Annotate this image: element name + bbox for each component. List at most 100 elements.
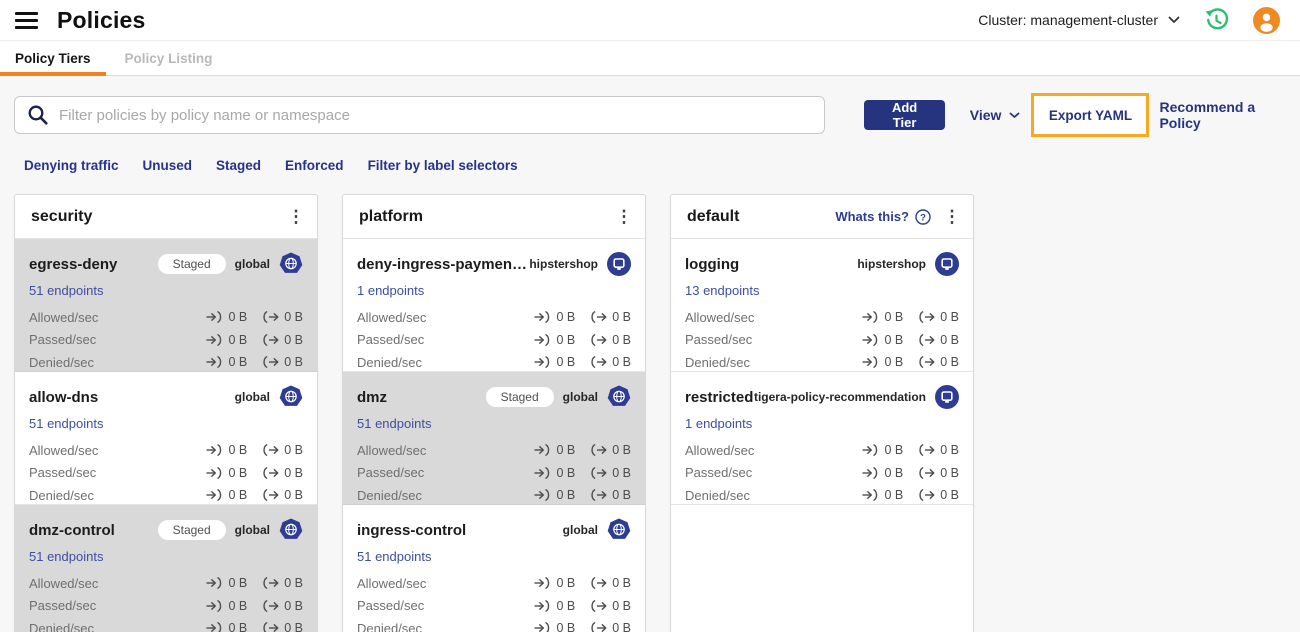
metric-label: Passed/sec bbox=[357, 332, 425, 348]
policy-name: dmz bbox=[357, 388, 387, 406]
egress-arrow-icon bbox=[262, 356, 279, 369]
filter-enforced[interactable]: Enforced bbox=[285, 158, 344, 173]
filter-denying-traffic[interactable]: Denying traffic bbox=[24, 158, 119, 173]
cluster-selector[interactable]: Cluster: management-cluster bbox=[978, 12, 1180, 28]
filter-unused[interactable]: Unused bbox=[143, 158, 193, 173]
egress-value: 0 B bbox=[612, 332, 631, 347]
metric-row: Denied/sec 0 B 0 B bbox=[357, 617, 631, 632]
metric-values: 0 B 0 B bbox=[206, 310, 303, 324]
whats-this-link[interactable]: Whats this?? bbox=[835, 208, 931, 225]
ingress-arrow-icon bbox=[862, 311, 879, 324]
endpoints-link[interactable]: 51 endpoints bbox=[29, 546, 303, 567]
metric-label: Denied/sec bbox=[29, 487, 95, 503]
egress-value: 0 B bbox=[940, 332, 959, 347]
policy-namespace-label: global bbox=[562, 523, 598, 537]
tier-column-platform: platform ⋮ deny-ingress-paymentservi…hipst… bbox=[342, 194, 646, 632]
view-dropdown-label: View bbox=[969, 107, 1002, 123]
ingress-metric: 0 B bbox=[206, 333, 247, 347]
egress-arrow-icon bbox=[918, 333, 935, 346]
egress-metric: 0 B bbox=[590, 599, 631, 613]
ingress-arrow-icon bbox=[534, 577, 551, 590]
tier-menu-kebab-icon[interactable]: ⋮ bbox=[611, 204, 637, 230]
egress-arrow-icon bbox=[590, 489, 607, 502]
policy-card[interactable]: dmz-control Staged global 51 endpoints Allow… bbox=[15, 505, 317, 632]
ingress-arrow-icon bbox=[862, 333, 879, 346]
egress-value: 0 B bbox=[612, 443, 631, 458]
metric-row: Denied/sec 0 B 0 B bbox=[685, 351, 959, 374]
egress-arrow-icon bbox=[590, 466, 607, 479]
ingress-metric: 0 B bbox=[206, 576, 247, 590]
user-avatar[interactable] bbox=[1253, 6, 1280, 34]
metric-values: 0 B 0 B bbox=[862, 355, 959, 369]
global-policy-icon bbox=[607, 518, 631, 542]
policy-metrics: Allowed/sec 0 B0 B Passed/sec 0 B0 B Denied/… bbox=[685, 306, 959, 374]
policy-namespace-label: hipstershop bbox=[857, 257, 926, 271]
metric-values: 0 B 0 B bbox=[534, 466, 631, 480]
view-dropdown[interactable]: View bbox=[970, 107, 1021, 123]
egress-metric: 0 B bbox=[918, 488, 959, 502]
policy-card[interactable]: dmz Staged global 51 endpoints Allowed/sec 0 … bbox=[343, 372, 645, 505]
ingress-value: 0 B bbox=[228, 621, 248, 632]
egress-value: 0 B bbox=[612, 576, 631, 591]
metric-label: Denied/sec bbox=[29, 354, 95, 370]
add-tier-button[interactable]: Add Tier bbox=[864, 100, 945, 130]
ingress-arrow-icon bbox=[206, 622, 223, 632]
metric-values: 0 B 0 B bbox=[534, 599, 631, 613]
endpoints-link[interactable]: 51 endpoints bbox=[29, 413, 303, 434]
metric-label: Denied/sec bbox=[29, 620, 95, 632]
policy-card[interactable]: restricted tigera-policy-recommendation 1 … bbox=[671, 372, 973, 505]
metric-row: Passed/sec 0 B 0 B bbox=[29, 462, 303, 485]
egress-arrow-icon bbox=[262, 622, 279, 632]
policy-card[interactable]: egress-deny Staged global 51 endpoints Allow… bbox=[15, 239, 317, 372]
endpoints-link[interactable]: 51 endpoints bbox=[29, 280, 303, 301]
endpoints-link[interactable]: 1 endpoints bbox=[357, 280, 631, 301]
metric-values: 0 B 0 B bbox=[862, 488, 959, 502]
egress-arrow-icon bbox=[262, 311, 279, 324]
tier-menu-kebab-icon[interactable]: ⋮ bbox=[939, 204, 965, 230]
policy-card[interactable]: allow-dns global 51 endpoints Allowed/sec 0 … bbox=[15, 372, 317, 505]
ingress-metric: 0 B bbox=[862, 310, 903, 324]
ingress-metric: 0 B bbox=[206, 488, 247, 502]
policy-card-header: egress-deny Staged global bbox=[29, 251, 303, 277]
tab-bar: Policy Tiers Policy Listing bbox=[0, 40, 1300, 76]
history-icon[interactable] bbox=[1203, 7, 1230, 34]
tier-header-actions: ⋮ bbox=[283, 204, 309, 230]
metric-values: 0 B 0 B bbox=[534, 333, 631, 347]
ingress-value: 0 B bbox=[884, 443, 904, 458]
metric-row: Denied/sec 0 B 0 B bbox=[685, 484, 959, 507]
ingress-arrow-icon bbox=[862, 356, 879, 369]
metric-values: 0 B 0 B bbox=[206, 333, 303, 347]
metric-row: Allowed/sec 0 B 0 B bbox=[357, 439, 631, 462]
metric-values: 0 B 0 B bbox=[534, 443, 631, 457]
metric-label: Allowed/sec bbox=[685, 309, 755, 325]
policy-card[interactable]: ingress-control global 51 endpoints Allowed… bbox=[343, 505, 645, 632]
endpoints-link[interactable]: 51 endpoints bbox=[357, 413, 631, 434]
tier-menu-kebab-icon[interactable]: ⋮ bbox=[283, 204, 309, 230]
ingress-metric: 0 B bbox=[862, 466, 903, 480]
endpoints-link[interactable]: 1 endpoints bbox=[685, 413, 959, 434]
egress-value: 0 B bbox=[940, 355, 959, 370]
hamburger-menu-icon[interactable] bbox=[15, 11, 38, 29]
egress-value: 0 B bbox=[940, 443, 959, 458]
endpoints-link[interactable]: 13 endpoints bbox=[685, 280, 959, 301]
ingress-value: 0 B bbox=[556, 621, 576, 632]
egress-metric: 0 B bbox=[590, 333, 631, 347]
filter-by-label-selectors[interactable]: Filter by label selectors bbox=[368, 158, 518, 173]
tab-policy-tiers[interactable]: Policy Tiers bbox=[0, 41, 106, 76]
policy-name: restricted bbox=[685, 388, 754, 406]
export-yaml-button[interactable]: Export YAML bbox=[1034, 96, 1147, 134]
policy-card[interactable]: logging hipstershop 13 endpoints Allowed/se… bbox=[671, 239, 973, 372]
staged-badge: Staged bbox=[157, 520, 226, 540]
policy-card[interactable]: deny-ingress-paymentservi…hipstershop 1 e… bbox=[343, 239, 645, 372]
tier-name: security bbox=[31, 207, 93, 225]
endpoints-link[interactable]: 51 endpoints bbox=[357, 546, 631, 567]
policy-card-header: dmz Staged global bbox=[357, 384, 631, 410]
tab-policy-listing[interactable]: Policy Listing bbox=[110, 41, 228, 75]
recommend-policy-button[interactable]: Recommend a Policy bbox=[1159, 99, 1300, 131]
policy-search[interactable] bbox=[14, 96, 826, 134]
ingress-metric: 0 B bbox=[862, 333, 903, 347]
filter-staged[interactable]: Staged bbox=[216, 158, 261, 173]
policy-name: logging bbox=[685, 255, 740, 273]
search-input[interactable] bbox=[59, 106, 813, 124]
ingress-value: 0 B bbox=[884, 488, 904, 503]
